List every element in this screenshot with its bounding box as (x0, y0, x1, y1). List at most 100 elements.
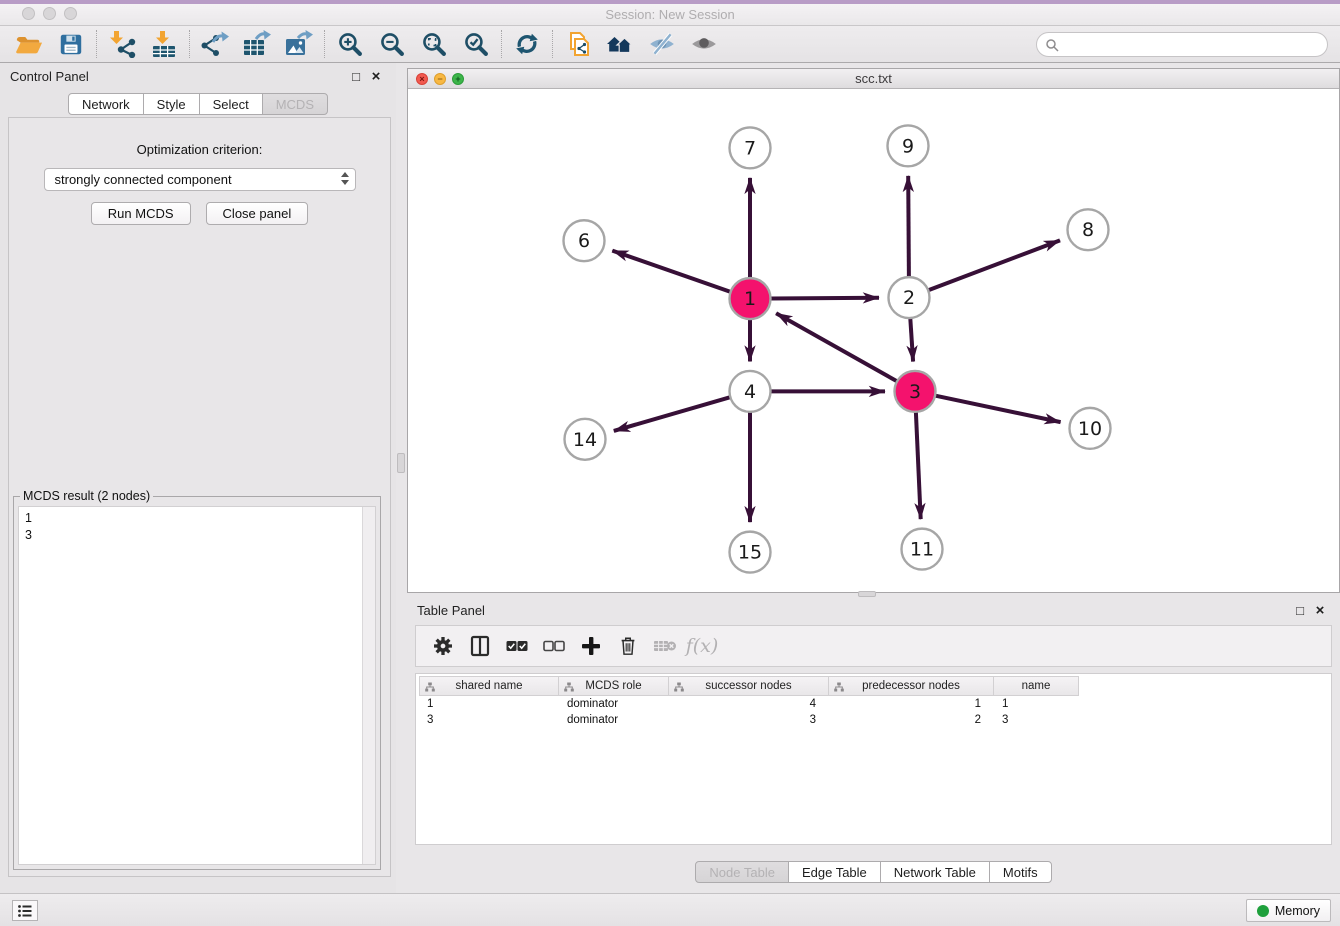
close-table-panel-icon[interactable]: × (1310, 602, 1330, 619)
node-table[interactable]: shared name MCDS role successor nodes pr… (415, 673, 1332, 845)
cell-successor-nodes[interactable]: 4 (669, 698, 829, 710)
column-header-name[interactable]: name (994, 676, 1079, 696)
cell-shared-name[interactable]: 1 (419, 698, 559, 710)
export-image-button[interactable] (278, 28, 320, 60)
unchecked-boxes-icon (543, 640, 565, 652)
export-table-button[interactable] (236, 28, 278, 60)
network-minimize-button[interactable]: − (434, 73, 446, 85)
mcds-result-scrollbar[interactable] (362, 507, 375, 864)
float-table-panel-icon[interactable]: □ (1290, 603, 1310, 618)
mcds-result-textarea[interactable]: 1 3 (18, 506, 376, 865)
vertical-splitter-handle[interactable] (397, 453, 405, 473)
import-network-button[interactable] (101, 28, 143, 60)
graph-node-15[interactable]: 15 (730, 532, 771, 573)
tab-network[interactable]: Network (68, 93, 144, 115)
memory-button[interactable]: Memory (1246, 899, 1331, 922)
cell-shared-name[interactable]: 3 (419, 714, 559, 726)
graph-node-6[interactable]: 6 (564, 220, 605, 261)
select-all-rows-button[interactable] (502, 631, 532, 661)
apply-function-button[interactable]: f(x) (687, 631, 717, 661)
cell-predecessor-nodes[interactable]: 1 (829, 698, 994, 710)
column-header-shared-name[interactable]: shared name (419, 676, 559, 696)
tab-edge-table[interactable]: Edge Table (788, 861, 881, 883)
graph-node-label: 7 (744, 137, 756, 159)
network-maximize-button[interactable]: + (452, 73, 464, 85)
graph-edge-3-1[interactable] (776, 313, 897, 381)
graph-node-1[interactable]: 1 (730, 278, 771, 319)
zoom-in-button[interactable] (329, 28, 371, 60)
graph-edge-4-14[interactable] (614, 397, 730, 431)
zoom-window-button[interactable] (64, 7, 77, 20)
graph-edge-2-8[interactable] (929, 240, 1060, 290)
float-panel-icon[interactable]: □ (346, 69, 366, 84)
column-header-successor-nodes[interactable]: successor nodes (669, 676, 829, 696)
network-graph[interactable]: 7 9 6 8 1 2 4 3 14 10 15 11 (408, 90, 1339, 592)
search-box[interactable] (1036, 32, 1328, 57)
graph-node-9[interactable]: 9 (888, 125, 929, 166)
cell-mcds-role[interactable]: dominator (559, 714, 669, 726)
cell-mcds-role[interactable]: dominator (559, 698, 669, 710)
first-neighbors-button[interactable] (599, 28, 641, 60)
delete-table-button[interactable] (650, 631, 680, 661)
table-settings-button[interactable] (428, 631, 458, 661)
table-panel: Table Panel □ × (407, 597, 1340, 887)
tab-mcds[interactable]: MCDS (262, 93, 328, 115)
task-history-button[interactable] (12, 900, 38, 921)
cell-successor-nodes[interactable]: 3 (669, 714, 829, 726)
zoom-selected-button[interactable] (455, 28, 497, 60)
tab-select[interactable]: Select (199, 93, 263, 115)
graph-node-4[interactable]: 4 (730, 371, 771, 412)
hide-selected-button[interactable] (641, 28, 683, 60)
graph-edge-3-11[interactable] (916, 412, 921, 519)
show-all-button[interactable] (683, 28, 725, 60)
network-window-titlebar[interactable]: × − + scc.txt (408, 69, 1339, 89)
tab-motifs[interactable]: Motifs (989, 861, 1052, 883)
toggle-columns-button[interactable] (465, 631, 495, 661)
export-table-icon (242, 30, 272, 58)
graph-edge-1-6[interactable] (612, 251, 730, 292)
graph-node-2[interactable]: 2 (889, 277, 930, 318)
cell-name[interactable]: 3 (994, 714, 1079, 726)
graph-node-3[interactable]: 3 (895, 371, 936, 412)
graph-edge-2-3[interactable] (910, 319, 913, 362)
memory-status-icon (1257, 905, 1269, 917)
save-session-button[interactable] (50, 28, 92, 60)
close-panel-button[interactable]: Close panel (206, 202, 309, 225)
refresh-view-button[interactable] (506, 28, 548, 60)
graph-edge-3-10[interactable] (936, 396, 1061, 422)
import-table-button[interactable] (143, 28, 185, 60)
table-row[interactable]: 3dominator323 (419, 712, 1331, 728)
graph-node-11[interactable]: 11 (902, 529, 943, 570)
column-header-predecessor-nodes[interactable]: predecessor nodes (829, 676, 994, 696)
open-session-button[interactable] (8, 28, 50, 60)
graph-node-label: 11 (910, 539, 934, 561)
graph-node-7[interactable]: 7 (730, 127, 771, 168)
cell-name[interactable]: 1 (994, 698, 1079, 710)
table-row[interactable]: 1dominator411 (419, 696, 1331, 712)
add-column-button[interactable] (576, 631, 606, 661)
delete-column-button[interactable] (613, 631, 643, 661)
tab-network-table[interactable]: Network Table (880, 861, 990, 883)
cell-predecessor-nodes[interactable]: 2 (829, 714, 994, 726)
run-mcds-button[interactable]: Run MCDS (91, 202, 191, 225)
minimize-window-button[interactable] (43, 7, 56, 20)
close-window-button[interactable] (22, 7, 35, 20)
tab-style[interactable]: Style (143, 93, 200, 115)
network-close-button[interactable]: × (416, 73, 428, 85)
network-canvas[interactable]: 7 9 6 8 1 2 4 3 14 10 15 11 (408, 90, 1339, 592)
graph-node-10[interactable]: 10 (1070, 408, 1111, 449)
new-network-from-selection-button[interactable] (557, 28, 599, 60)
search-input[interactable] (1063, 38, 1327, 52)
export-network-button[interactable] (194, 28, 236, 60)
tab-node-table[interactable]: Node Table (695, 861, 789, 883)
column-header-mcds-role[interactable]: MCDS role (559, 676, 669, 696)
zoom-out-button[interactable] (371, 28, 413, 60)
deselect-all-rows-button[interactable] (539, 631, 569, 661)
close-panel-icon[interactable]: × (366, 68, 386, 85)
graph-edge-2-9[interactable] (908, 176, 909, 277)
optimization-criterion-select[interactable]: strongly connected component (44, 168, 356, 191)
graph-node-14[interactable]: 14 (565, 419, 606, 460)
graph-node-8[interactable]: 8 (1068, 209, 1109, 250)
graph-edge-1-2[interactable] (771, 298, 879, 299)
zoom-fit-button[interactable] (413, 28, 455, 60)
